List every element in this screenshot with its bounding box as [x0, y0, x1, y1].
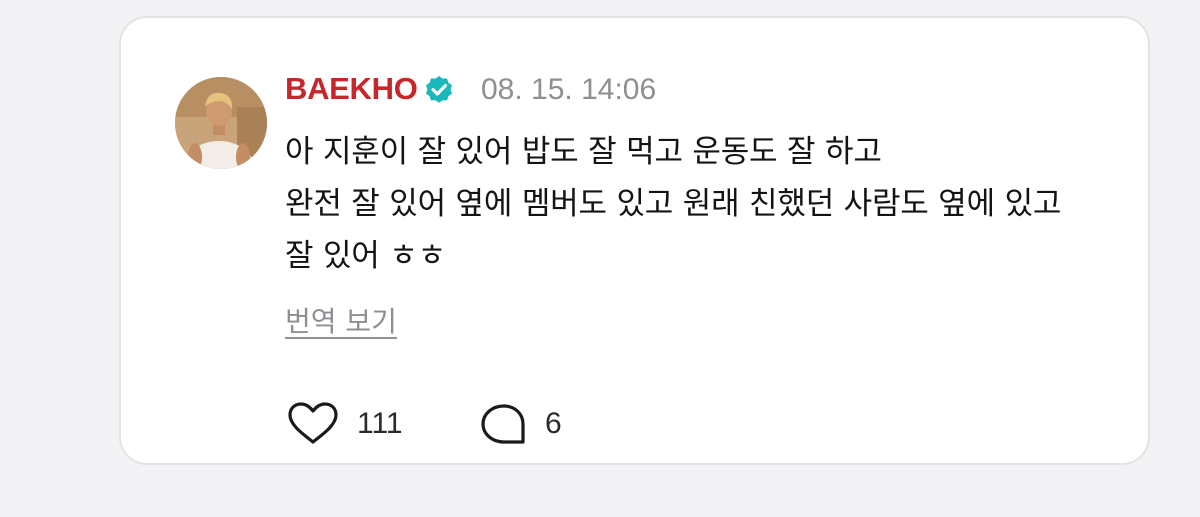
avatar[interactable]	[175, 77, 267, 169]
timestamp: 08. 15. 14:06	[481, 73, 657, 106]
comment-count: 6	[545, 407, 562, 440]
comment-line: 잘 있어 ㅎㅎ	[285, 238, 446, 274]
comment-line: 아 지훈이 잘 있어 밥도 잘 먹고 운동도 잘 하고	[285, 134, 882, 170]
comment-body: 아 지훈이 잘 있어 밥도 잘 먹고 운동도 잘 하고 완전 잘 있어 옆에 멤…	[285, 126, 1200, 282]
heart-outline-icon	[288, 402, 338, 444]
comment-card: BAEKHO 08. 15. 14:06 아 지훈이 잘 있어 밥도 잘 먹고 …	[119, 16, 1150, 465]
like-button[interactable]: 111	[286, 402, 403, 446]
verified-badge-icon	[426, 76, 452, 103]
speech-bubble-icon	[481, 404, 525, 444]
like-count: 111	[357, 407, 403, 440]
author-name[interactable]: BAEKHO	[285, 71, 418, 107]
translate-link[interactable]: 번역 보기	[285, 303, 397, 341]
comment-line: 완전 잘 있어 옆에 멤버도 있고 원래 친했던 사람도 옆에 있고	[285, 186, 1062, 222]
comment-button[interactable]: 6	[478, 402, 562, 446]
